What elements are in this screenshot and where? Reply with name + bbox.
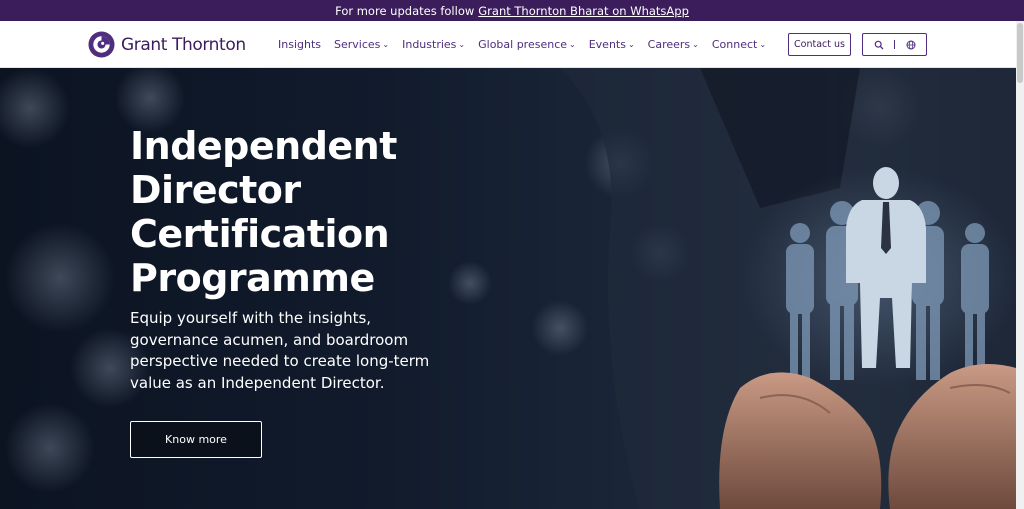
scrollbar-thumb[interactable]: [1017, 23, 1023, 83]
utility-divider: [894, 40, 895, 49]
nav-item-label: Global presence: [478, 38, 568, 51]
whatsapp-link[interactable]: Grant Thornton Bharat on WhatsApp: [478, 4, 689, 18]
main-nav: Insights Services ⌄ Industries ⌄ Global …: [278, 21, 779, 68]
nav-item-industries[interactable]: Industries ⌄: [402, 38, 465, 51]
search-icon[interactable]: [874, 40, 884, 50]
nav-item-connect[interactable]: Connect ⌄: [712, 38, 766, 51]
chevron-down-icon: ⌄: [692, 40, 699, 49]
nav-item-events[interactable]: Events ⌄: [589, 38, 635, 51]
brand-name: Grant Thornton: [121, 34, 246, 55]
hero-title-line: Certification: [130, 212, 390, 256]
nav-item-label: Connect: [711, 38, 758, 51]
nav-item-label: Services: [334, 38, 381, 51]
nav-item-services[interactable]: Services ⌄: [334, 38, 389, 51]
hero-content: Independent Director Certification Progr…: [130, 124, 450, 394]
globe-icon[interactable]: [906, 40, 916, 50]
hero-subtitle-line: value as an Independent Director.: [130, 373, 385, 392]
hero-title-line: Independent: [130, 124, 397, 168]
hero-subtitle-line: governance acumen, and boardroom: [130, 330, 409, 349]
hero-title-line: Director: [130, 168, 301, 212]
contact-us-button[interactable]: Contact us: [788, 33, 851, 56]
utility-controls: [862, 33, 927, 56]
chevron-down-icon: ⌄: [627, 40, 635, 49]
chevron-down-icon: ⌄: [759, 40, 767, 49]
announcement-bar: For more updates follow Grant Thornton B…: [0, 0, 1024, 21]
nav-item-insights[interactable]: Insights: [278, 38, 321, 51]
chevron-down-icon: ⌄: [569, 40, 576, 49]
site-header: Grant Thornton Insights Services ⌄ Indus…: [0, 21, 1016, 68]
hero-subtitle: Equip yourself with the insights, govern…: [130, 308, 430, 394]
hero-title: Independent Director Certification Progr…: [130, 124, 450, 300]
nav-item-label: Careers: [647, 38, 691, 51]
announcement-text: For more updates follow: [335, 3, 475, 18]
page-scrollbar[interactable]: [1016, 21, 1024, 509]
nav-item-label: Industries: [402, 38, 457, 51]
grant-thornton-logo-icon: [88, 31, 115, 58]
chevron-down-icon: ⌄: [458, 40, 466, 49]
hero-subtitle-line: Equip yourself with the insights,: [130, 309, 372, 327]
nav-item-label: Events: [588, 38, 626, 51]
nav-item-global-presence[interactable]: Global presence ⌄: [478, 38, 576, 51]
nav-item-label: Insights: [278, 38, 322, 51]
chevron-down-icon: ⌄: [382, 40, 390, 49]
hero-subtitle-line: perspective needed to create long-term: [130, 352, 430, 370]
hero-title-line: Programme: [130, 256, 375, 300]
nav-item-careers[interactable]: Careers ⌄: [648, 38, 699, 51]
hero-banner: Independent Director Certification Progr…: [0, 68, 1016, 509]
know-more-button[interactable]: Know more: [130, 421, 262, 458]
brand-logo[interactable]: Grant Thornton: [88, 31, 246, 58]
